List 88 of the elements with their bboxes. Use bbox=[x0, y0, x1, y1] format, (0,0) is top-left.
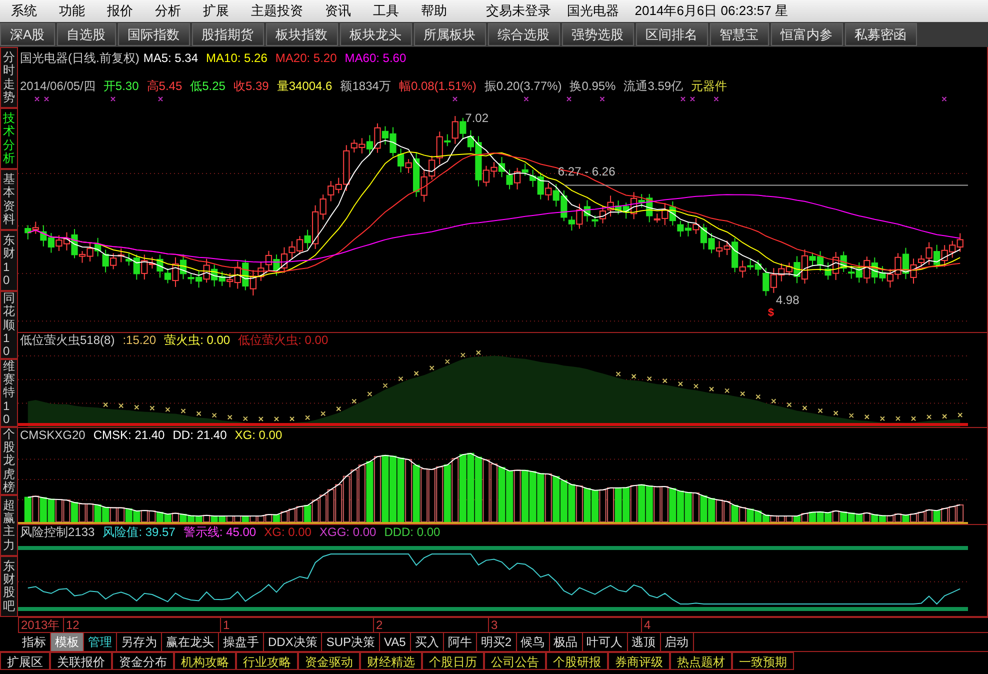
indicator-value: 萤火虫: 0.00 bbox=[164, 333, 230, 348]
low-price-label: 4.98 bbox=[776, 292, 800, 307]
indicator-value: MA20: 5.20 bbox=[275, 51, 337, 65]
indicator-value: 低5.25 bbox=[190, 79, 226, 93]
date-label: 12 bbox=[63, 618, 220, 632]
date-label: 1 bbox=[220, 618, 373, 632]
panel-title: 低位萤火虫518(8) bbox=[20, 333, 115, 348]
info-tab[interactable]: 机构攻略 bbox=[174, 652, 236, 670]
indicator-value: XG: 0.00 bbox=[264, 525, 312, 540]
date-label: 3 bbox=[488, 618, 641, 632]
sidebar-tab[interactable]: 基本资料 bbox=[0, 169, 18, 230]
indicator-value: 开5.30 bbox=[103, 79, 139, 93]
menu-item[interactable]: 系统 bbox=[0, 1, 48, 21]
info-tab[interactable]: 资金驱动 bbox=[298, 652, 360, 670]
indicator-value: MA10: 5.26 bbox=[206, 51, 268, 65]
toolbar-tab[interactable]: 强势选股 bbox=[562, 23, 634, 46]
info-tab[interactable]: 资金分布 bbox=[112, 652, 174, 670]
chart-title: 国光电器(日线.前复权) bbox=[20, 51, 140, 65]
indicator-value: 量34004.6 bbox=[276, 79, 332, 93]
menu-item[interactable]: 功能 bbox=[48, 1, 96, 21]
sidebar-tab[interactable]: 个股龙虎榜 bbox=[0, 427, 18, 495]
toolbar-tab[interactable]: 国际指数 bbox=[118, 23, 190, 46]
menu-item[interactable]: 工具 bbox=[362, 1, 410, 21]
info-tab[interactable]: 财经精选 bbox=[360, 652, 422, 670]
indicator-value: 流通3.59亿 bbox=[624, 79, 684, 93]
indicator-tab[interactable]: 模板 bbox=[51, 633, 84, 651]
toolbar-tab[interactable]: 恒富内参 bbox=[770, 23, 843, 46]
toolbar-tab[interactable]: 智慧宝 bbox=[710, 23, 769, 46]
info-tab[interactable]: 公司公告 bbox=[484, 652, 546, 670]
indicator-value: DDD: 0.00 bbox=[384, 525, 440, 540]
info-tab[interactable]: 券商评级 bbox=[608, 652, 670, 670]
indicator-value: :15.20 bbox=[122, 333, 156, 348]
menu-item[interactable]: 资讯 bbox=[314, 1, 362, 21]
toolbar-tab[interactable]: 深A股 bbox=[0, 23, 55, 46]
sidebar-tab[interactable]: 超赢主力 bbox=[0, 494, 18, 556]
indicator-value: 额1834万 bbox=[340, 79, 391, 93]
sidebar-tab[interactable]: 技术分析 bbox=[0, 108, 18, 170]
indicator-value: 收5.39 bbox=[233, 79, 269, 93]
info-tab[interactable]: 个股研报 bbox=[546, 652, 608, 670]
indicator-value: 高5.45 bbox=[146, 79, 182, 93]
date-label: 2013年 bbox=[18, 618, 63, 632]
menu-item[interactable]: 分析 bbox=[144, 1, 192, 21]
panel-title: CMSKXG20 bbox=[20, 428, 86, 443]
indicator-value: 2014/06/05/四 bbox=[20, 79, 96, 93]
toolbar-tab[interactable]: 综合选股 bbox=[488, 23, 560, 46]
toolbar-tab[interactable]: 板块指数 bbox=[266, 23, 338, 46]
sidebar-tab[interactable]: 维赛特10 bbox=[0, 359, 18, 427]
panel-title: 风险控制2133 bbox=[20, 525, 95, 540]
indicator-value: 低位萤火虫: 0.00 bbox=[238, 333, 328, 348]
menu-item[interactable]: 报价 bbox=[96, 1, 144, 21]
toolbar-tab[interactable]: 板块龙头 bbox=[340, 23, 412, 46]
info-tab[interactable]: 行业攻略 bbox=[236, 652, 298, 670]
info-tab[interactable]: 一致预期 bbox=[732, 652, 794, 670]
toolbar-tab[interactable]: 股指期货 bbox=[192, 23, 264, 46]
toolbar-tab[interactable]: 所属板块 bbox=[414, 23, 486, 46]
stock-name: 国光电器 bbox=[566, 2, 620, 20]
toolbar-tab[interactable]: 私募密函 bbox=[844, 23, 917, 46]
date-label: 4 bbox=[641, 618, 721, 632]
info-tab[interactable]: 关联报价 bbox=[50, 652, 112, 670]
sidebar-tab[interactable]: 东财10 bbox=[0, 230, 18, 292]
indicator-value: XG: 0.00 bbox=[234, 428, 282, 443]
indicator-value: CMSK: 21.40 bbox=[93, 428, 165, 443]
indicator-value: 风险值: 39.57 bbox=[102, 525, 176, 540]
sidebar-tab[interactable]: 东财股吧 bbox=[0, 556, 18, 617]
menu-item[interactable]: 帮助 bbox=[410, 1, 458, 21]
menu-item[interactable]: 主题投资 bbox=[240, 1, 314, 21]
date-label: 2 bbox=[373, 618, 488, 632]
indicator-value: 换0.95% bbox=[570, 79, 616, 93]
indicator-value: MA60: 5.60 bbox=[344, 51, 406, 65]
login-status: 交易未登录 bbox=[484, 2, 552, 20]
sidebar-tab[interactable]: 分时走势 bbox=[0, 47, 18, 108]
menu-item[interactable]: 扩展 bbox=[192, 1, 240, 21]
info-tab[interactable]: 个股日历 bbox=[422, 652, 484, 670]
indicator-value: DD: 21.40 bbox=[172, 428, 227, 443]
toolbar-tab[interactable]: 自选股 bbox=[56, 23, 116, 46]
indicator-value: 元器件 bbox=[691, 79, 728, 93]
signal-mark: $ bbox=[768, 306, 774, 319]
high-price-label: 7.02 bbox=[465, 110, 489, 125]
info-tab[interactable]: 扩展区 bbox=[0, 652, 50, 670]
date-time: 2014年6月6日 06:23:57 星 bbox=[634, 2, 789, 20]
toolbar-tab[interactable]: 区间排名 bbox=[636, 23, 708, 46]
indicator-value: MA5: 5.34 bbox=[143, 51, 198, 65]
indicator-value: 警示线: 45.00 bbox=[183, 525, 256, 540]
indicator-value: XGG: 0.00 bbox=[319, 525, 376, 540]
sidebar-tab[interactable]: 同花顺10 bbox=[0, 291, 18, 360]
indicator-value: 幅0.08(1.51%) bbox=[398, 79, 476, 93]
indicator-value: 振0.20(3.77%) bbox=[484, 79, 562, 93]
info-tab[interactable]: 热点题材 bbox=[670, 652, 732, 670]
